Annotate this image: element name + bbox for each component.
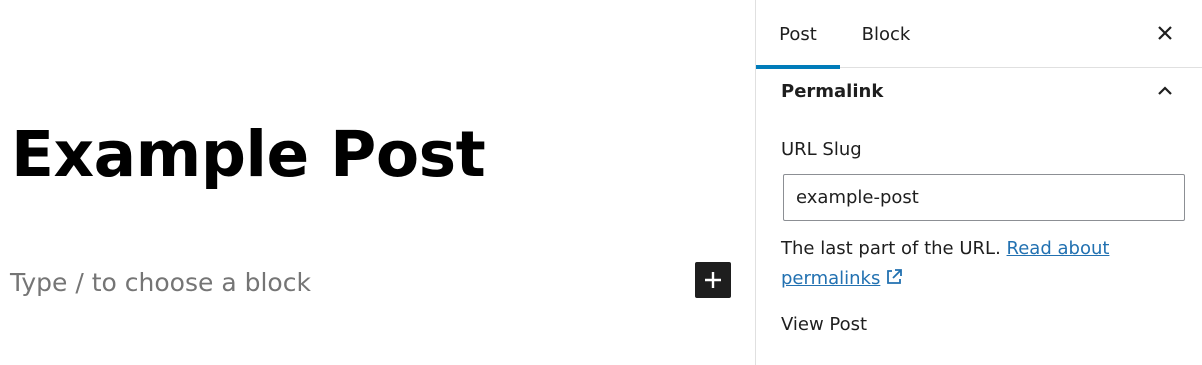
block-placeholder[interactable]: Type / to choose a block	[10, 264, 311, 302]
view-post-link[interactable]: View Post	[781, 313, 867, 337]
tab-block[interactable]: Block	[848, 0, 924, 68]
url-slug-input[interactable]	[783, 174, 1185, 221]
block-inserter-button[interactable]	[695, 262, 731, 298]
external-link-icon	[887, 269, 903, 284]
editor-canvas: Example Post Type / to choose a block	[0, 0, 755, 365]
permalink-help: The last part of the URL. Read about per…	[781, 234, 1181, 294]
url-slug-label: URL Slug	[781, 139, 862, 160]
close-icon	[1158, 26, 1172, 40]
post-title[interactable]: Example Post	[11, 112, 486, 198]
editor-window: Example Post Type / to choose a block Po…	[0, 0, 1202, 365]
tab-post[interactable]: Post	[756, 0, 840, 69]
permalink-panel-title: Permalink	[781, 81, 884, 102]
settings-sidebar: Post Block Permalink URL Slug The last p…	[755, 0, 1202, 365]
chevron-up-icon	[1158, 86, 1172, 95]
permalink-help-text: The last part of the URL.	[781, 238, 1001, 259]
plus-icon	[705, 272, 721, 288]
sidebar-header: Post Block	[756, 0, 1202, 69]
close-sidebar-button[interactable]	[1148, 16, 1182, 50]
permalink-panel-toggle[interactable]: Permalink	[756, 68, 1202, 116]
tab-block-label: Block	[861, 23, 911, 45]
tab-post-label: Post	[779, 23, 817, 45]
